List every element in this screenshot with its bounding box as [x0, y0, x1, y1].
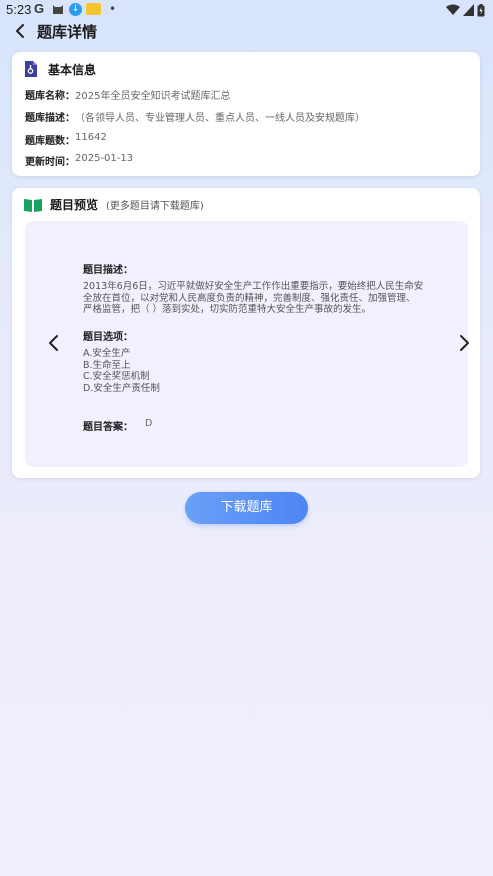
preview-header: 题目预览 (更多题目请下载题库)	[24, 196, 204, 213]
question-preview-card: 题目预览 (更多题目请下载题库) 题目描述： 2013年6月6日，习近平就做好安…	[12, 188, 480, 478]
question-options-label: 题目选项：	[83, 332, 133, 343]
download-app-icon: ↓	[69, 3, 82, 16]
question-answer-label: 题目答案：	[83, 422, 133, 433]
info-value: 11642	[75, 132, 107, 143]
info-value: 2025年全员安全知识考试题库汇总	[75, 91, 231, 102]
option-item: A.安全生产	[83, 348, 131, 359]
question-options: A.安全生产 B.生命至上 C.安全奖惩机制 D.安全生产责任制	[83, 348, 160, 394]
photo-icon	[86, 3, 101, 15]
preview-title: 题目预览	[50, 198, 99, 212]
info-label: 题库名称：	[25, 91, 75, 102]
status-right-icons	[446, 3, 485, 17]
question-desc-line: 2013年6月6日，习近平就做好安全生产工作作出重要指示，要始终把人民生命安	[83, 281, 424, 292]
info-label: 题库题数：	[25, 136, 75, 147]
download-question-bank-button[interactable]: 下载题库	[185, 492, 308, 524]
battery-icon	[477, 3, 485, 16]
question-desc-label: 题目描述：	[83, 265, 133, 276]
signal-icon	[463, 4, 474, 16]
option-item: C.安全奖惩机制	[83, 371, 150, 382]
info-row-name: 题库名称： 2025年全员安全知识考试题库汇总	[25, 87, 230, 102]
option-item: B.生命至上	[83, 359, 131, 371]
page-title: 题库详情	[37, 23, 98, 41]
info-value: （各领导人员、专业管理人员、重点人员、一线人员及安规题库）	[75, 113, 365, 124]
android-cat-icon	[53, 5, 63, 14]
info-row-count: 题库题数： 11642	[25, 132, 107, 147]
chevron-right-icon[interactable]	[457, 334, 471, 352]
info-label: 更新时间：	[25, 157, 75, 168]
basic-info-title: 基本信息	[48, 62, 97, 77]
info-value: 2025-01-13	[75, 153, 134, 164]
option-item: D.安全生产责任制	[83, 382, 160, 394]
notification-dot: •	[109, 2, 117, 16]
info-row-updated: 更新时间： 2025-01-13	[25, 153, 133, 168]
basic-info-card: 基本信息 题库名称： 2025年全员安全知识考试题库汇总 题库描述： （各领导人…	[12, 52, 480, 176]
info-row-description: 题库描述： （各领导人员、专业管理人员、重点人员、一线人员及安规题库）	[25, 109, 365, 124]
question-answer-value: D	[145, 418, 153, 429]
preview-subtitle: (更多题目请下载题库)	[106, 201, 204, 212]
question-description: 2013年6月6日，习近平就做好安全生产工作作出重要指示，要始终把人民生命安 全…	[83, 281, 438, 316]
question-desc-line: 严格监管，把（ ）落到实处，切实防范重特大安全生产事故的发生。	[83, 304, 372, 315]
info-label: 题库描述：	[25, 113, 75, 124]
status-bar: 5:23 G ↓ •	[0, 0, 493, 20]
basic-info-header: 基本信息	[24, 58, 96, 80]
open-book-icon	[24, 198, 42, 212]
question-desc-line: 全放在首位，以对党和人民高度负责的精神，完善制度、强化责任、加强管理、	[83, 292, 416, 304]
status-time: 5:23	[6, 2, 32, 17]
back-arrow-icon[interactable]	[13, 22, 29, 40]
document-icon	[25, 61, 37, 77]
app-header: 题库详情	[0, 18, 493, 44]
chevron-left-icon[interactable]	[47, 334, 61, 352]
google-icon: G	[34, 1, 45, 16]
wifi-icon	[446, 4, 460, 15]
question-carousel[interactable]: 题目描述： 2013年6月6日，习近平就做好安全生产工作作出重要指示，要始终把人…	[25, 221, 471, 467]
